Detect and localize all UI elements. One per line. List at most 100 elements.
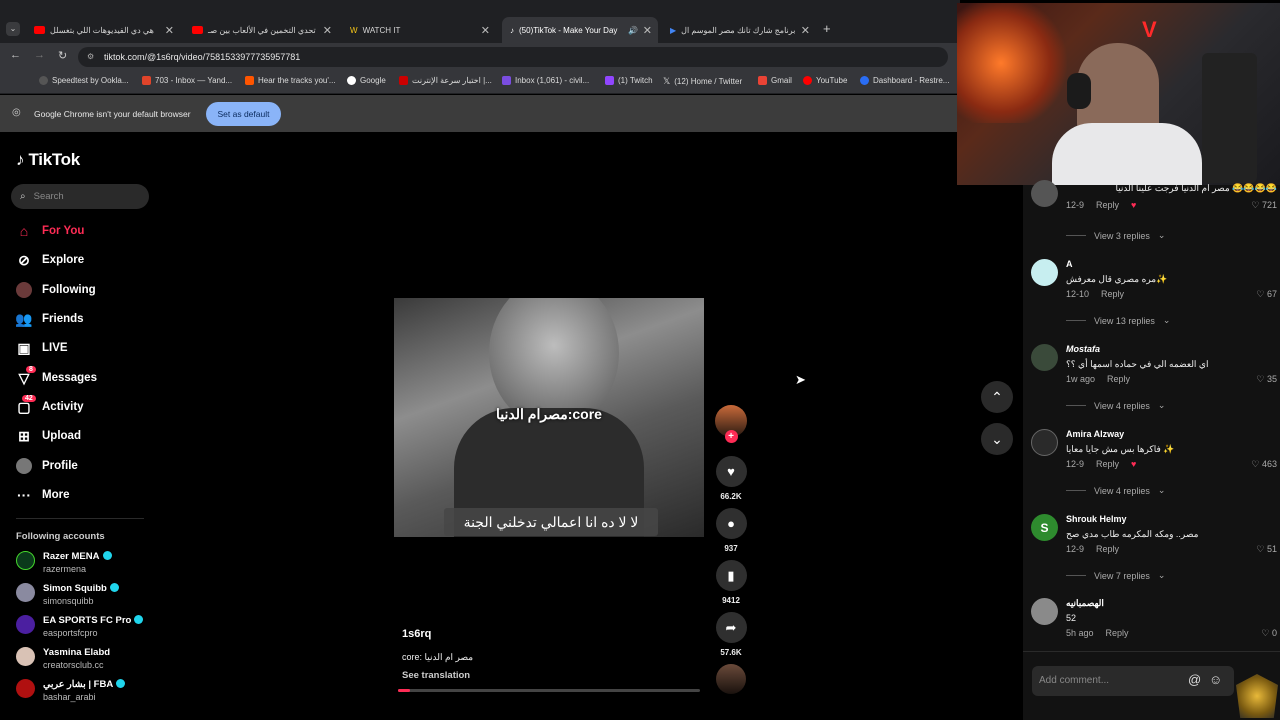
tab-close-icon[interactable]: ✕ — [323, 24, 332, 37]
bookmark-gmail[interactable]: Gmail — [758, 76, 792, 85]
mention-at-icon[interactable]: @ — [1188, 672, 1201, 687]
comment-username[interactable]: Mostafa — [1066, 344, 1100, 354]
nav-friends[interactable]: 👥 Friends — [15, 310, 83, 327]
following-account[interactable]: Simon Squibb simonsquibb — [16, 583, 119, 606]
back-arrow-icon[interactable]: ← — [10, 49, 21, 61]
reply-button[interactable]: Reply — [1096, 459, 1119, 469]
bookmark-inbox[interactable]: Inbox (1,061) - civil... — [502, 76, 589, 85]
view-replies-button[interactable]: View 4 replies ⌄ — [1066, 485, 1165, 496]
comment-like-button[interactable]: ♡ 721 — [1251, 200, 1277, 211]
tab-close-icon[interactable]: ✕ — [801, 24, 810, 37]
following-account[interactable]: Razer MENA razermena — [16, 551, 112, 574]
add-comment-input[interactable]: Add comment... @ ☺ — [1032, 666, 1234, 696]
yandex-icon — [142, 76, 151, 85]
see-translation-link[interactable]: See translation — [402, 670, 470, 681]
messages-icon: ▽ 8 — [16, 366, 36, 386]
following-account[interactable]: بشار عربي | FBA bashar_arabi — [16, 679, 126, 702]
soundcloud-icon — [245, 76, 254, 85]
bookmark-twitch[interactable]: (1) Twitch — [605, 76, 653, 85]
save-button[interactable]: ▮ 9412 — [714, 560, 748, 605]
tab-close-icon[interactable]: ✕ — [643, 24, 652, 37]
video-author[interactable]: 1s6rq — [402, 628, 431, 640]
nav-more[interactable]: ··· More — [16, 487, 69, 503]
comment-like-button[interactable]: ♡ 51 — [1256, 544, 1277, 555]
avatar — [16, 551, 35, 570]
comment-like-button[interactable]: ♡ 0 — [1261, 628, 1277, 639]
comment-like-button[interactable]: ♡ 67 — [1256, 289, 1277, 300]
more-dots-icon: ··· — [17, 487, 31, 503]
set-as-default-button[interactable]: Set as default — [206, 102, 281, 126]
comment-username[interactable]: A — [1066, 259, 1073, 269]
comment-like-button[interactable]: ♡ 35 — [1256, 374, 1277, 385]
forward-arrow-icon[interactable]: → — [34, 49, 45, 61]
bookmark-restream[interactable]: Dashboard - Restre... — [860, 76, 949, 85]
nav-live[interactable]: ▣ LIVE — [16, 340, 67, 356]
search-input[interactable]: ⌕ Search — [11, 184, 149, 209]
reply-button[interactable]: Reply — [1107, 374, 1130, 384]
comment-username[interactable]: Shrouk Helmy — [1066, 514, 1127, 524]
view-replies-button[interactable]: View 7 replies ⌄ — [1066, 570, 1165, 581]
sound-disc-button[interactable] — [714, 664, 748, 694]
nav-explore[interactable]: ⊘ Explore — [16, 252, 84, 268]
address-bar-row: ← → ↻ ⚙ tiktok.com/@1s6rq/video/75815339… — [0, 43, 960, 71]
account-handle: easportsfcpro — [43, 628, 98, 638]
nav-upload[interactable]: ⊞ Upload — [16, 428, 81, 444]
reply-button[interactable]: Reply — [1096, 544, 1119, 554]
youtube-icon — [803, 76, 812, 85]
following-account[interactable]: Yasmina Elabd creatorsclub.cc — [16, 647, 110, 670]
tiktok-logo[interactable]: ♪ TikTok — [16, 150, 80, 170]
tab-3[interactable]: W WATCH IT ✕ — [342, 17, 496, 43]
comment-username[interactable]: الهصمبانيه — [1066, 598, 1104, 609]
following-account[interactable]: EA SPORTS FC Pro easportsfcpro — [16, 615, 144, 638]
comment-username[interactable]: Amira Alzway — [1066, 429, 1124, 439]
comment-button[interactable]: ● 937 — [714, 508, 748, 553]
comment-like-button[interactable]: ♡ 463 — [1251, 459, 1277, 470]
share-button[interactable]: ➦ 57.6K — [714, 612, 748, 657]
emoji-icon[interactable]: ☺ — [1209, 672, 1222, 687]
url-field[interactable]: ⚙ tiktok.com/@1s6rq/video/75815339777359… — [78, 47, 948, 67]
tab-4-active[interactable]: ♪ (50)TikTok - Make Your Day 🔊 ✕ — [502, 17, 658, 43]
nav-activity[interactable]: ▢ 42 Activity — [16, 395, 84, 415]
tab-list-chevron-icon[interactable]: ⌄ — [6, 22, 20, 36]
view-replies-button[interactable]: View 13 replies ⌄ — [1066, 315, 1170, 326]
view-replies-button[interactable]: View 4 replies ⌄ — [1066, 400, 1165, 411]
next-video-button[interactable]: ⌄ — [981, 423, 1013, 455]
heart-outline-icon: ♡ — [1256, 289, 1265, 299]
view-replies-button[interactable]: View 3 replies ⌄ — [1066, 230, 1165, 241]
follow-plus-icon[interactable]: + — [724, 430, 738, 443]
site-info-icon[interactable]: ⚙ — [87, 47, 94, 67]
watchit-icon: W — [350, 25, 358, 35]
reply-button[interactable]: Reply — [1101, 289, 1124, 299]
friends-icon: 👥 — [15, 310, 33, 327]
bookmark-yandex[interactable]: 703 - Inbox — Yand... — [142, 76, 232, 85]
like-button[interactable]: ♥ 66.2K — [714, 456, 748, 501]
messages-badge: 8 — [26, 366, 36, 373]
tab-close-icon[interactable]: ✕ — [165, 24, 174, 37]
bookmark-soundcloud[interactable]: Hear the tracks you'... — [245, 76, 336, 85]
video-player[interactable]: مصرام الدنيا:core لا لا ده انا اعمالي تد… — [394, 298, 704, 537]
tab-close-icon[interactable]: ✕ — [481, 24, 490, 37]
reload-icon[interactable]: ↻ — [58, 49, 67, 62]
nav-messages[interactable]: ▽ 8 Messages — [16, 366, 97, 386]
mouse-cursor-icon: ➤ — [795, 372, 806, 387]
video-progress-track[interactable] — [398, 689, 700, 692]
tab-2[interactable]: تحدي التخمين في الألعاب بين صـ ✕ — [184, 17, 338, 43]
bookmark-google[interactable]: Google — [347, 76, 386, 85]
comment-date: 12-10 — [1066, 289, 1090, 299]
new-tab-plus-icon[interactable]: + — [823, 22, 831, 36]
nav-for-you[interactable]: ⌂ For You — [16, 223, 85, 239]
reply-button[interactable]: Reply — [1106, 628, 1129, 638]
bookmark-speedtest[interactable]: Speedtest by Ookla... — [39, 76, 129, 85]
speaker-icon[interactable]: 🔊 — [628, 26, 638, 35]
reply-button[interactable]: Reply — [1096, 200, 1119, 210]
activity-badge: 42 — [22, 395, 36, 402]
nav-following[interactable]: Following — [16, 282, 96, 298]
tab-1[interactable]: هي دي الفيديوهات اللي بتغسلل ✕ — [26, 17, 180, 43]
previous-video-button[interactable]: ⌃ — [981, 381, 1013, 413]
bookmark-twitter[interactable]: 𝕏 (12) Home / Twitter — [663, 76, 742, 87]
author-avatar-button[interactable]: + — [714, 405, 748, 443]
bookmark-youtube[interactable]: YouTube — [803, 76, 847, 85]
bookmark-speedtest-ar[interactable]: اختبار سرعة الإنترنت |... — [399, 76, 492, 85]
tab-5[interactable]: ▶ برنامج شارك تانك مصر الموسم ال ✕ — [662, 17, 816, 43]
nav-profile[interactable]: Profile — [16, 458, 78, 474]
